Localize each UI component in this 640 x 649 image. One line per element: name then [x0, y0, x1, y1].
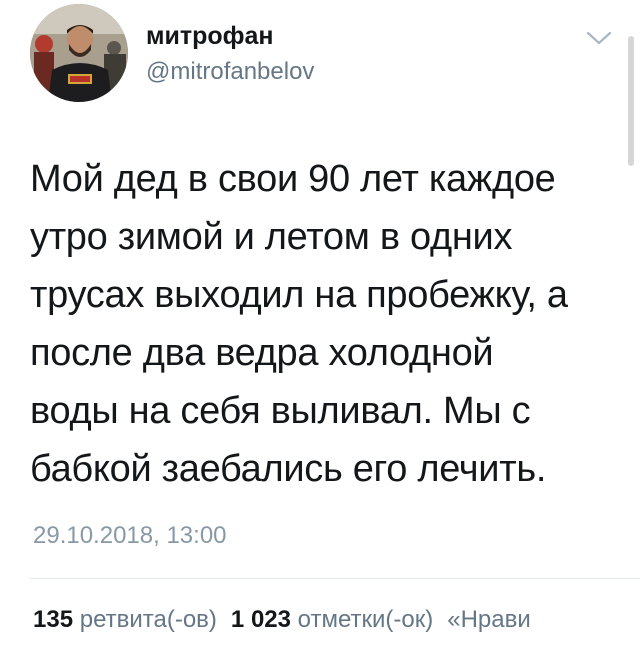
user-avatar-photo [30, 4, 128, 102]
display-name[interactable]: митрофан [146, 22, 274, 51]
scrollbar[interactable] [628, 36, 634, 166]
tweet-text-line: утро зимой и летом в одних [30, 216, 513, 258]
retweets-label: ретвита(-ов) [79, 606, 217, 633]
tweet-text-line: после два ведра холодной [30, 332, 494, 374]
likes-count: 1 023 [230, 606, 291, 633]
tweet-text: Мой дед в свои 90 лет каждое утро зимой … [30, 150, 630, 498]
tweet-text-line: Мой дед в свои 90 лет каждое [30, 158, 556, 200]
tweet-text-line: бабкой заебались его лечить. [30, 448, 547, 490]
chevron-down-icon [586, 31, 612, 45]
tweet-timestamp[interactable]: 29.10.2018, 13:00 [33, 522, 227, 550]
avatar[interactable] [30, 4, 128, 102]
likes-stat[interactable]: 1 023 отметки(-ок) [231, 606, 433, 633]
tweet-card: митрофан @mitrofanbelov Мой дед в свои 9… [0, 0, 640, 649]
tweet-stats: 135 ретвита(-ов) 1 023 отметки(-ок) «Нрави [33, 606, 531, 634]
retweets-stat[interactable]: 135 ретвита(-ов) [33, 606, 217, 633]
divider [30, 578, 640, 579]
likes-more-label[interactable]: «Нрави [447, 606, 531, 633]
tweet-text-line: воды на себя выливал. Мы с [30, 390, 531, 432]
likes-label: отметки(-ок) [297, 606, 434, 633]
tweet-text-line: трусах выходил на пробежку, а [30, 274, 568, 316]
username[interactable]: @mitrofanbelov [146, 58, 314, 86]
retweets-count: 135 [33, 606, 74, 633]
tweet-menu-button[interactable] [584, 28, 614, 48]
